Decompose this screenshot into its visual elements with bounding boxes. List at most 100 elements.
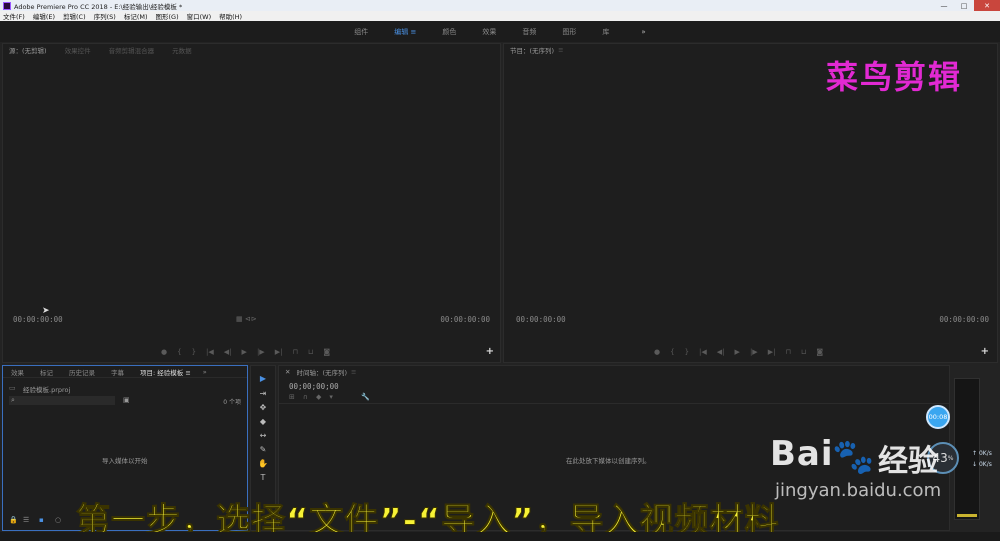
maximize-button[interactable]: □ bbox=[954, 0, 974, 11]
workspace-graphics[interactable]: 图形 bbox=[562, 27, 576, 37]
insert-icon[interactable]: ⊓ bbox=[292, 348, 297, 356]
premiere-app-icon bbox=[3, 1, 11, 10]
workspace-color[interactable]: 颜色 bbox=[442, 27, 456, 37]
baidu-logo-text: Bai bbox=[770, 434, 834, 474]
new-bin-icon[interactable]: ▣ bbox=[123, 396, 130, 404]
pen-tool-icon[interactable]: ✎ bbox=[258, 445, 268, 455]
tab-captions[interactable]: 字幕 bbox=[111, 367, 124, 377]
program-timecode-current[interactable]: 00:00:00:00 bbox=[516, 315, 566, 324]
step-back-icon[interactable]: ◀| bbox=[717, 348, 725, 356]
list-view-icon[interactable]: ☰ bbox=[23, 516, 29, 524]
timeline-menu-icon[interactable]: ≡ bbox=[351, 368, 356, 376]
program-transport-controls: ● { } |◀ ◀| ▶ |▶ ▶| ⊓ ⊔ ◙ bbox=[654, 348, 823, 356]
timeline-tabs: ✕ 时间轴：(无序列) ≡ bbox=[279, 366, 949, 378]
project-search-input[interactable] bbox=[9, 396, 115, 405]
out-point-icon[interactable]: } bbox=[192, 348, 196, 356]
selection-tool-icon[interactable]: ▶ bbox=[258, 374, 268, 384]
tab-source[interactable]: 源：(无剪辑) bbox=[9, 45, 47, 55]
tab-metadata[interactable]: 元数据 bbox=[172, 45, 192, 55]
close-button[interactable]: ✕ bbox=[974, 0, 1000, 11]
workspace-effects[interactable]: 效果 bbox=[482, 27, 496, 37]
track-select-tool-icon[interactable]: ⇥ bbox=[258, 389, 268, 399]
source-monitor-tabs: 源：(无剪辑) 效果控件 音频剪辑混合器 元数据 bbox=[3, 44, 500, 56]
step-back-icon[interactable]: ◀| bbox=[224, 348, 232, 356]
tab-audio-clip-mixer[interactable]: 音频剪辑混合器 bbox=[109, 45, 155, 55]
tab-project[interactable]: 项目: 经验模板 ≡ bbox=[140, 367, 191, 377]
menu-bar: 文件(F) 编辑(E) 剪辑(C) 序列(S) 标记(M) 图形(G) 窗口(W… bbox=[0, 11, 1000, 21]
step-forward-icon[interactable]: |▶ bbox=[750, 348, 758, 356]
play-icon[interactable]: ▶ bbox=[735, 348, 740, 356]
jingyan-url: jingyan.baidu.com bbox=[775, 480, 942, 501]
source-timecode-current[interactable]: 00:00:00:00 bbox=[13, 315, 63, 324]
timeline-close-icon[interactable]: ✕ bbox=[285, 368, 290, 376]
razor-tool-icon[interactable]: ◆ bbox=[258, 417, 268, 427]
go-to-out-icon[interactable]: ▶| bbox=[275, 348, 283, 356]
program-timecode-duration: 00:00:00:00 bbox=[939, 315, 989, 324]
status-bar bbox=[0, 532, 1000, 541]
menu-sequence[interactable]: 序列(S) bbox=[94, 11, 116, 21]
ripple-edit-tool-icon[interactable]: ✥ bbox=[258, 403, 268, 413]
workspace-libraries[interactable]: 库 bbox=[602, 27, 609, 37]
audio-meter bbox=[954, 378, 980, 520]
program-add-button-icon[interactable]: + bbox=[981, 346, 989, 357]
go-to-out-icon[interactable]: ▶| bbox=[768, 348, 776, 356]
timeline-empty-hint: 在此处放下媒体以创建序列。 bbox=[566, 457, 651, 465]
lift-icon[interactable]: ⊓ bbox=[785, 348, 790, 356]
menu-window[interactable]: 窗口(W) bbox=[187, 11, 212, 21]
minimize-button[interactable]: — bbox=[934, 0, 954, 11]
menu-markers[interactable]: 标记(M) bbox=[124, 11, 148, 21]
timeline-toolbar-icons[interactable]: ⊞∩◆▾ bbox=[289, 393, 341, 401]
go-to-in-icon[interactable]: |◀ bbox=[206, 348, 214, 356]
project-empty-hint: 导入媒体以开始 bbox=[102, 457, 148, 465]
tab-program[interactable]: 节目：(无序列) bbox=[510, 45, 554, 55]
extract-icon[interactable]: ⊔ bbox=[801, 348, 806, 356]
in-point-icon[interactable]: { bbox=[177, 348, 181, 356]
source-transport-controls: ● { } |◀ ◀| ▶ |▶ ▶| ⊓ ⊔ ◙ bbox=[161, 348, 330, 356]
menu-help[interactable]: 帮助(H) bbox=[219, 11, 242, 21]
tab-timeline[interactable]: 时间轴：(无序列) bbox=[296, 367, 347, 377]
item-count: 0 个项 bbox=[223, 399, 241, 406]
menu-edit[interactable]: 编辑(E) bbox=[33, 11, 55, 21]
folder-icon: ▭ bbox=[9, 384, 16, 392]
source-add-button-icon[interactable]: + bbox=[486, 346, 494, 357]
step-forward-icon[interactable]: |▶ bbox=[257, 348, 265, 356]
workspace-bar: 组件 编辑 ≡ 颜色 效果 音频 图形 库 » bbox=[0, 21, 1000, 42]
icon-view-icon[interactable]: ▪ bbox=[39, 516, 44, 524]
zoom-slider-icon[interactable]: ○ bbox=[55, 516, 61, 524]
search-icon: ⌕ bbox=[11, 396, 15, 404]
menu-clip[interactable]: 剪辑(C) bbox=[63, 11, 86, 21]
tab-effect-controls[interactable]: 效果控件 bbox=[65, 45, 91, 55]
marker-icon[interactable]: ● bbox=[654, 348, 660, 356]
tab-markers[interactable]: 标记 bbox=[40, 367, 53, 377]
menu-graphics[interactable]: 图形(G) bbox=[156, 11, 179, 21]
timeline-timecode[interactable]: 00;00;00;00 bbox=[289, 382, 339, 391]
go-to-in-icon[interactable]: |◀ bbox=[699, 348, 707, 356]
source-timecode-duration: 00:00:00:00 bbox=[440, 315, 490, 324]
menu-file[interactable]: 文件(F) bbox=[3, 11, 25, 21]
workspace-assembly[interactable]: 组件 bbox=[354, 27, 368, 37]
recording-timer-badge[interactable]: 00:08 bbox=[926, 405, 950, 429]
out-point-icon[interactable]: } bbox=[685, 348, 689, 356]
workspace-more-button[interactable]: » bbox=[641, 28, 645, 36]
timeline-divider bbox=[279, 403, 949, 404]
play-icon[interactable]: ▶ bbox=[242, 348, 247, 356]
lock-icon[interactable]: 🔒 bbox=[9, 516, 18, 524]
project-file-name: 经验模板.prproj bbox=[23, 386, 71, 394]
program-panel-menu-icon[interactable]: ≡ bbox=[558, 46, 563, 54]
workspace-editing[interactable]: 编辑 ≡ bbox=[394, 27, 416, 37]
camera-icon[interactable]: ◙ bbox=[816, 348, 823, 356]
workspace-audio[interactable]: 音频 bbox=[522, 27, 536, 37]
tab-history[interactable]: 历史记录 bbox=[69, 367, 95, 377]
slip-tool-icon[interactable]: ↔ bbox=[258, 431, 268, 441]
hand-tool-icon[interactable]: ✋ bbox=[258, 459, 268, 469]
type-tool-icon[interactable]: T bbox=[258, 473, 268, 483]
camera-icon[interactable]: ◙ bbox=[323, 348, 330, 356]
net-upload-rate: ↑ 0K/s bbox=[972, 450, 992, 457]
wrench-icon[interactable]: 🔧 bbox=[361, 393, 370, 401]
source-fit-icon[interactable]: ▦ ⊲⊳ bbox=[236, 315, 257, 323]
overwrite-icon[interactable]: ⊔ bbox=[308, 348, 313, 356]
marker-icon[interactable]: ● bbox=[161, 348, 167, 356]
tab-effects[interactable]: 效果 bbox=[11, 367, 24, 377]
in-point-icon[interactable]: { bbox=[670, 348, 674, 356]
project-tabs-more-icon[interactable]: » bbox=[203, 368, 207, 376]
